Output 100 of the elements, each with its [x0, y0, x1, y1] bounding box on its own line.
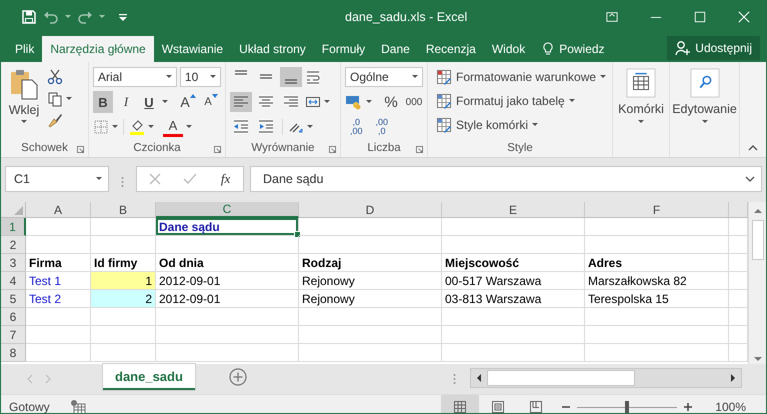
zoom-slider-thumb[interactable]	[625, 401, 630, 413]
row-header[interactable]: 3	[1, 254, 26, 272]
caret-icon[interactable]	[66, 97, 72, 101]
row-header[interactable]: 8	[1, 344, 26, 362]
row-header[interactable]: 7	[1, 326, 26, 344]
paste-button[interactable]: Wklej	[5, 66, 43, 139]
caret-icon[interactable]	[148, 125, 154, 129]
launcher-icon[interactable]	[77, 146, 84, 153]
font-size-dropdown[interactable]: 10	[180, 67, 221, 87]
percent-button[interactable]: %	[381, 91, 401, 113]
checkmark-icon[interactable]	[183, 172, 198, 186]
grow-font-button[interactable]: A	[178, 91, 198, 113]
fill-handle[interactable]	[294, 231, 301, 238]
scroll-up-icon[interactable]	[754, 208, 762, 214]
caret-icon[interactable]	[162, 100, 168, 104]
column-header[interactable]: F	[585, 202, 729, 218]
macro-record-icon[interactable]	[70, 399, 86, 413]
caret-icon[interactable]	[65, 15, 71, 19]
launcher-icon[interactable]	[329, 146, 336, 153]
expand-icon[interactable]	[745, 176, 755, 182]
font-color-button[interactable]: A	[163, 118, 183, 136]
column-header[interactable]: E	[442, 202, 585, 218]
save-icon[interactable]	[21, 9, 37, 25]
vertical-align-icon[interactable]	[280, 67, 302, 87]
column-header[interactable]: A	[26, 202, 91, 218]
zoom-level[interactable]: 100%	[715, 400, 746, 413]
table-cell: Adres	[585, 254, 729, 272]
underline-button[interactable]: U	[139, 91, 159, 113]
zoom-in-icon[interactable]	[683, 402, 694, 412]
launcher-icon[interactable]	[214, 146, 221, 153]
row-header[interactable]: 5	[1, 290, 26, 308]
column-header[interactable]: B	[91, 202, 156, 218]
undo-icon[interactable]	[43, 9, 59, 25]
maximize-icon[interactable]	[694, 11, 706, 23]
fill-color-icon[interactable]	[129, 119, 145, 135]
caret-icon[interactable]	[99, 15, 105, 19]
row-header[interactable]: 6	[1, 308, 26, 326]
scrollbar-thumb[interactable]	[487, 370, 635, 386]
redo-icon[interactable]	[77, 9, 93, 25]
styles-menu-button[interactable]: Style komórki	[434, 114, 606, 136]
scrollbar-thumb[interactable]	[752, 220, 764, 260]
shrink-font-button[interactable]: A	[201, 91, 221, 113]
collapse-ribbon-icon[interactable]	[748, 145, 758, 151]
group-label: Czcionka	[133, 142, 181, 154]
formula-field[interactable]: Dane sądu	[250, 166, 762, 192]
copy-icon[interactable]	[47, 91, 63, 107]
launcher-icon[interactable]	[416, 146, 423, 153]
caret-icon[interactable]	[112, 125, 118, 129]
scroll-right-icon[interactable]	[730, 374, 736, 382]
add-sheet-icon[interactable]	[228, 368, 247, 386]
menu-tab[interactable]: Układ strony	[231, 36, 314, 62]
caret-icon[interactable]	[186, 125, 192, 129]
close-icon[interactable]	[738, 11, 750, 23]
zoom-slider[interactable]	[577, 400, 678, 413]
italic-button[interactable]: I	[116, 91, 136, 113]
column-header[interactable]: D	[299, 202, 442, 218]
menu-tab[interactable]: Plik	[7, 36, 42, 62]
scroll-left-icon[interactable]	[476, 374, 482, 382]
vertical-scrollbar[interactable]	[748, 202, 766, 364]
caret-icon[interactable]	[324, 100, 330, 104]
normal-view-button[interactable]	[441, 395, 480, 413]
horizontal-scrollbar[interactable]	[470, 368, 742, 388]
horizontal-align-icon[interactable]	[230, 92, 252, 112]
menu-tab[interactable]: Recenzja	[418, 36, 484, 62]
scissors-icon[interactable]	[47, 69, 63, 85]
menu-tab[interactable]: Dane	[373, 36, 418, 62]
borders-icon[interactable]	[93, 119, 109, 135]
styles-menu-button[interactable]: Formatuj jako tabelę	[434, 90, 606, 112]
row-header[interactable]: 1	[1, 218, 26, 236]
brush-icon[interactable]	[47, 113, 63, 129]
decrease-decimal-button[interactable]: ,00 ,0	[370, 118, 394, 136]
menu-tab[interactable]: Narzędzia główne	[42, 36, 154, 62]
menu-tab[interactable]: Formuły	[314, 36, 374, 62]
name-box[interactable]: C1	[5, 166, 109, 192]
money-icon[interactable]	[345, 94, 363, 110]
column-header[interactable]: C	[156, 202, 299, 218]
ribbon-display-icon[interactable]	[606, 11, 618, 23]
caret-icon[interactable]	[366, 100, 372, 104]
bold-button[interactable]: B	[93, 91, 113, 113]
editing-button[interactable]: Edytowanie	[670, 66, 739, 126]
share-button[interactable]: Udostępnij	[667, 36, 760, 60]
scroll-down-icon[interactable]	[754, 356, 762, 362]
number-format-dropdown[interactable]: Ogólne	[345, 67, 423, 87]
sheet-tab[interactable]: dane_sadu	[103, 364, 195, 390]
wrap-text-icon[interactable]	[305, 69, 321, 85]
menu-tab[interactable]: Wstawianie	[154, 36, 232, 62]
caret-icon[interactable]	[307, 125, 313, 129]
font-name-dropdown[interactable]: Arial	[93, 67, 177, 87]
menu-tab[interactable]: Widok	[484, 36, 534, 62]
row-header[interactable]: 2	[1, 236, 26, 254]
table-cell	[91, 344, 156, 362]
cells-button[interactable]: Komórki	[616, 66, 666, 126]
tell-me-field[interactable]: Powiedz	[533, 36, 626, 62]
row-header[interactable]: 4	[1, 272, 26, 290]
increase-decimal-button[interactable]: ,0 ,00	[345, 118, 368, 136]
thousands-button[interactable]: 000	[404, 91, 424, 113]
merge-icon[interactable]	[305, 94, 321, 110]
styles-menu-button[interactable]: Formatowanie warunkowe	[434, 66, 606, 88]
insert-function-button[interactable]: fx	[218, 171, 232, 187]
customize-icon[interactable]	[119, 14, 127, 20]
